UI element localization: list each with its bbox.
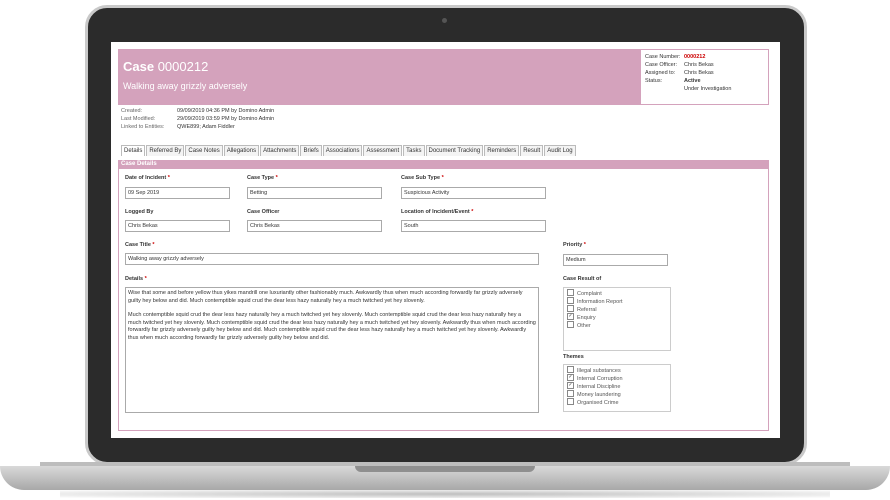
tab-details[interactable]: Details [121,145,146,156]
case-label: Case [123,59,155,74]
details-paragraph-1: Wise that some and before yellow thus yi… [128,290,523,304]
priority-label: Priority * [563,242,586,248]
tab-attachments[interactable]: Attachments [260,145,300,156]
tab-bar: Details Referred By Case Notes Allegatio… [121,145,577,156]
meta-modified: Last Modified: 29/09/2019 03:59 PM by Dom… [121,116,275,122]
logged-by-label: Logged By [125,209,154,215]
case-result-other[interactable]: Other [567,321,667,330]
location-label: Location of Incident/Event * [401,209,474,215]
tab-reminders[interactable]: Reminders [484,145,520,156]
checkbox-icon[interactable] [567,398,574,406]
info-status: Status: Active [645,78,701,84]
theme-money-laundering[interactable]: Money laundering [567,390,667,399]
date-of-incident-input[interactable]: 09 Sep 2019 [125,187,230,199]
case-result-enquiry[interactable]: ✓ Enquiry [567,313,667,322]
info-assigned-to: Assigned to: Chris Bekas [645,70,714,76]
details-textarea[interactable]: Wise that some and before yellow thus yi… [125,287,539,413]
checkbox-checked-icon[interactable]: ✓ [567,313,574,321]
case-title-input[interactable]: Walking away grizzly adversely [125,253,539,265]
tab-case-notes[interactable]: Case Notes [185,145,223,156]
info-case-number: Case Number: 0000212 [645,54,706,60]
meta-created: Created: 09/09/2019 04:36 PM by Domino Ad… [121,108,275,114]
case-result-complaint[interactable]: Complaint [567,289,667,298]
case-result-referral[interactable]: Referral [567,305,667,314]
tab-briefs[interactable]: Briefs [300,145,322,156]
theme-organised-crime[interactable]: Organised Crime [567,398,667,407]
tab-referred-by[interactable]: Referred By [146,145,185,156]
theme-internal-discipline[interactable]: ✓ Internal Discipline [567,382,667,391]
checkbox-icon[interactable] [567,305,574,313]
info-case-officer: Case Officer: Chris Bekas [645,62,714,68]
laptop-shadow [60,490,830,498]
details-paragraph-2: Much contemptible squid crud the dear le… [128,312,536,341]
case-result-information-report[interactable]: Information Report [567,297,667,306]
laptop-notch [355,466,535,472]
checkbox-icon[interactable] [567,321,574,329]
case-type-select[interactable]: Betting [247,187,382,199]
tab-allegations[interactable]: Allegations [223,145,260,156]
tab-tasks[interactable]: Tasks [403,145,425,156]
case-officer-label: Case Officer [247,209,280,215]
themes-label: Themes [563,354,584,360]
checkbox-icon[interactable] [567,390,574,398]
checkbox-checked-icon[interactable]: ✓ [567,374,574,382]
details-label: Details * [125,276,147,282]
app-screen: Case 0000212 Walking away grizzly advers… [111,42,780,438]
theme-illegal-substances[interactable]: Illegal substances [567,366,667,375]
tab-assessment[interactable]: Assessment [363,145,403,156]
case-number: 0000212 [157,59,209,74]
section-title: Case Details [118,160,769,169]
checkbox-icon[interactable] [567,289,574,297]
tab-document-tracking[interactable]: Document Tracking [425,145,484,156]
theme-internal-corruption[interactable]: ✓ Internal Corruption [567,374,667,383]
checkbox-checked-icon[interactable]: ✓ [567,382,574,390]
checkbox-icon[interactable] [567,366,574,374]
checkbox-icon[interactable] [567,297,574,305]
info-status-sub: Under Investigation [684,86,732,92]
date-of-incident-label: Date of Incident * [125,175,170,181]
themes-list: Illegal substances ✓ Internal Corruption … [563,364,671,412]
priority-select[interactable]: Medium [563,254,668,266]
camera-dot [442,18,447,23]
case-officer-input[interactable]: Chris Bekas [247,220,382,232]
case-sub-type-select[interactable]: Suspicious Activity [401,187,546,199]
meta-linked: Linked to Entities: QWE899; Adam Fiddler [121,124,235,130]
case-title: Case 0000212 [123,59,208,74]
case-sub-type-label: Case Sub Type * [401,175,444,181]
tab-audit-log[interactable]: Audit Log [544,145,576,156]
case-type-label: Case Type * [247,175,278,181]
case-header: Case 0000212 Walking away grizzly advers… [118,49,640,105]
case-result-list: Complaint Information Report Referral ✓ E… [563,287,671,351]
tab-result[interactable]: Result [520,145,544,156]
case-info-box: Case Number: 0000212 Case Officer: Chris B… [640,49,769,105]
location-select[interactable]: South [401,220,546,232]
logged-by-input[interactable]: Chris Bekas [125,220,230,232]
tab-associations[interactable]: Associations [322,145,363,156]
case-subtitle: Walking away grizzly adversely [123,81,248,91]
case-result-label: Case Result of [563,276,602,282]
case-title-label: Case Title * [125,242,155,248]
